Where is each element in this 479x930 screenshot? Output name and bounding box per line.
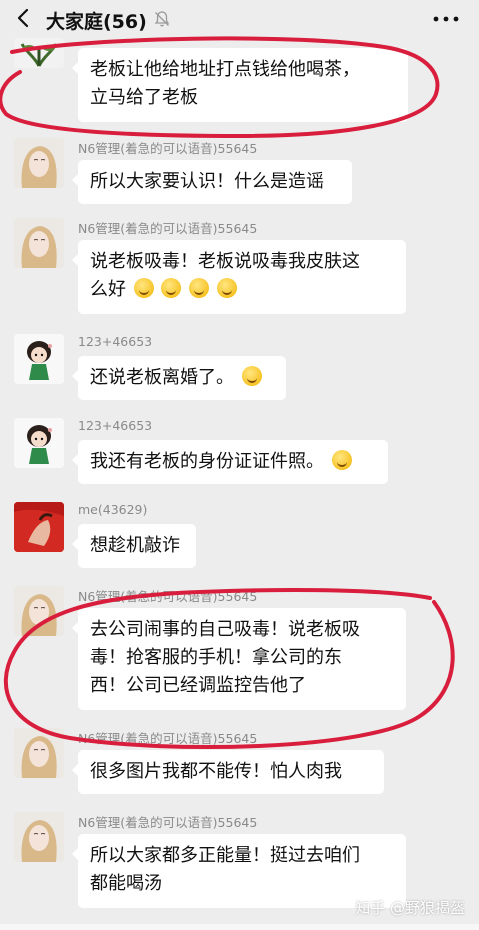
message-line: 么好 [90,276,394,304]
message-bubble[interactable]: 所以大家要认识！什么是造谣 [72,160,352,204]
thinking-emoji-icon [216,278,237,298]
thinking-emoji-icon [241,366,262,386]
message-line: 都能喝汤 [90,873,162,894]
message-line: 去公司闹事的自己吸毒！说老板吸 [90,619,360,640]
watermark: 知乎 @野狼揭盔 [355,899,465,917]
message-bubble[interactable]: 想趁机敲诈 [72,524,196,568]
bottom-bar [0,924,479,930]
avatar[interactable] [14,334,64,384]
chat-header: 大家庭(56) [0,0,479,38]
avatar[interactable] [14,138,64,188]
bell-muted-icon [154,11,170,27]
message-line: 西！公司已经调监控告他了 [90,675,306,696]
message-line-text: 我还有老板的身份证证件照。 [90,451,324,472]
avatar[interactable] [14,38,64,68]
message-line: 很多图片我都不能传！怕人肉我 [90,761,342,782]
sender-name: 123+46653 [78,334,153,349]
chevron-left-icon[interactable] [12,6,36,30]
sender-name: N6管理(着急的可以语音)55645 [78,141,258,156]
message-line: 说老板吸毒！老板说吸毒我皮肤这 [90,251,360,272]
message-bubble[interactable]: 老板让他给地址打点钱给他喝茶， 立马给了老板 [72,48,408,122]
more-dots-icon[interactable] [433,16,459,22]
avatar[interactable] [14,728,64,778]
message-line-text: 还说老板离婚了。 [90,367,234,388]
chat-title: 大家庭(56) [46,11,147,33]
avatar[interactable] [14,586,64,636]
avatar[interactable] [14,502,64,552]
message-line: 毒！抢客服的手机！拿公司的东 [90,647,342,668]
message-bubble[interactable]: 去公司闹事的自己吸毒！说老板吸 毒！抢客服的手机！拿公司的东 西！公司已经调监控… [72,608,406,710]
sender-name: N6管理(着急的可以语音)55645 [78,731,258,746]
thinking-emoji-icon [331,450,352,470]
thinking-emoji-icon [161,278,182,298]
message-line-text: 么好 [90,279,126,300]
message-bubble[interactable]: 还说老板离婚了。 [72,356,286,400]
thinking-emoji-icon [189,278,210,298]
sender-name: N6管理(着急的可以语音)55645 [78,221,258,236]
message-line: 我还有老板的身份证证件照。 [90,448,376,476]
sender-name: 123+46653 [78,418,153,433]
message-line: 还说老板离婚了。 [90,364,274,392]
avatar[interactable] [14,812,64,862]
sender-name: N6管理(着急的可以语音)55645 [78,589,258,604]
sender-name: me(43629) [78,502,148,517]
message-line: 想趁机敲诈 [90,535,180,556]
message-line: 所以大家要认识！什么是造谣 [90,171,324,192]
message-line: 立马给了老板 [90,87,198,108]
message-line: 老板让他给地址打点钱给他喝茶， [90,59,360,80]
message-line: 所以大家都多正能量！挺过去咱们 [90,845,360,866]
sender-name: N6管理(着急的可以语音)55645 [78,815,258,830]
message-bubble[interactable]: 很多图片我都不能传！怕人肉我 [72,750,384,794]
avatar[interactable] [14,218,64,268]
message-bubble[interactable]: 说老板吸毒！老板说吸毒我皮肤这 么好 [72,240,406,314]
message-bubble[interactable]: 我还有老板的身份证证件照。 [72,440,388,484]
thinking-emoji-icon [133,278,154,298]
avatar[interactable] [14,418,64,468]
